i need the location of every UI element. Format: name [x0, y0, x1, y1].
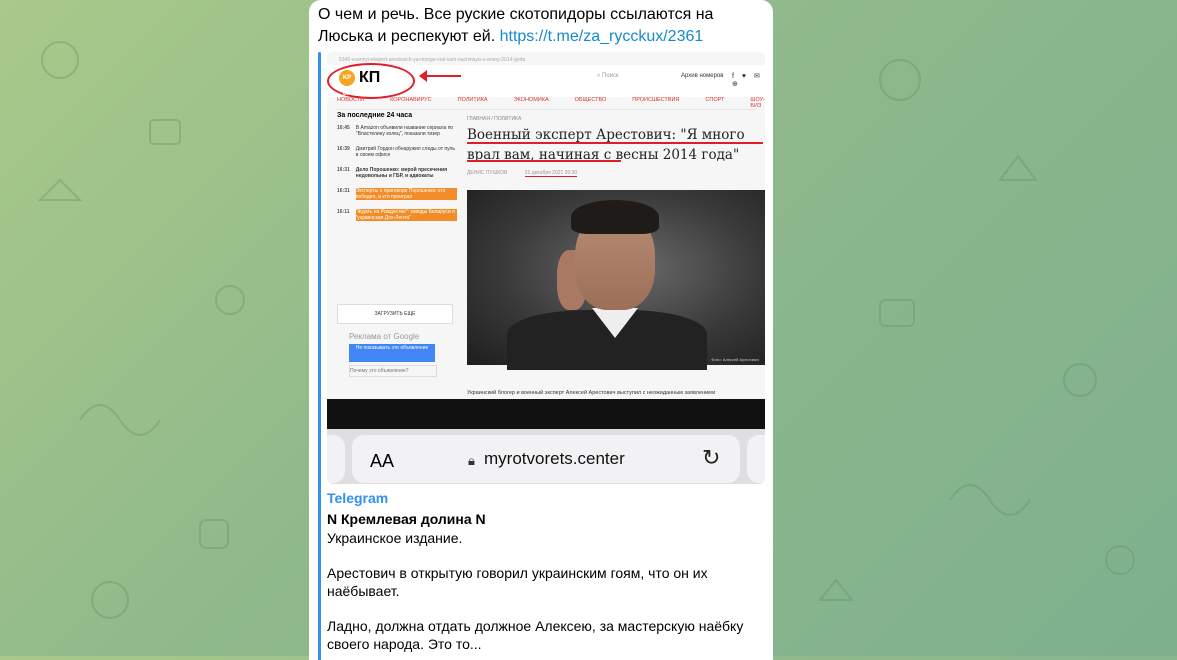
description-paragraph: Арестович в открытую говорил украинским … [327, 565, 708, 599]
google-ad-block: Реклама от Google Не показывать это объя… [349, 332, 449, 382]
ad-label: Реклама от Google [349, 332, 420, 341]
screenshot-nav-item: ПОЛИТИКА [457, 97, 488, 103]
sidebar-news-item: 16:31 Эксперты о приговоре Порошенко: кт… [337, 188, 457, 200]
screenshot-sidebar: За последние 24 часа 16:45 В Amazon объя… [337, 112, 457, 230]
lock-icon: 🔒︎ [468, 453, 475, 468]
screenshot-social-icons: f ♥ ✉ ⊕ [732, 73, 763, 88]
sidebar-news-item: 16:31 Дело Порошенко: мерой пресечения н… [337, 167, 447, 179]
message-text: О чем и речь. Все руские скотопидоры ссы… [318, 4, 758, 48]
screenshot-nav-item: НОВОСТИ [337, 97, 365, 103]
sidebar-news-item: 16:11 "Ждать на Рождество": заводы Белар… [337, 209, 457, 221]
screenshot-nav-item: КОРОНАВИРУС [390, 97, 432, 103]
screenshot-archive: Архив номеров [681, 73, 724, 79]
screenshot-search: ⌕ Поиск [597, 73, 619, 79]
ad-why-link: Почему это объявление? [349, 365, 437, 377]
browser-address-bar: AA 🔒︎ myrotvorets.center ↻ [327, 429, 765, 484]
screenshot-nav: НОВОСТИ КОРОНАВИРУС ПОЛИТИКА ЭКОНОМИКА О… [337, 97, 765, 110]
screenshot-breadcrumb: ГЛАВНАЯ / ПОЛИТИКА [467, 116, 522, 122]
screenshot-site-header: KP UA КП ⌕ Поиск Архив номеров f ♥ ✉ ⊕ [327, 63, 765, 99]
red-underline-annotation [467, 142, 763, 144]
article-byline: ДЕНИС ПУШКОВ 21 декабря 2021 20:30 [467, 170, 578, 177]
sidebar-news-item: 16:39 Дмитрий Гордон обнаружил следы от … [337, 146, 455, 158]
sidebar-title: За последние 24 часа [337, 112, 413, 119]
ad-hide-button: Не показывать это объявление [349, 344, 435, 362]
message-link[interactable]: https://t.me/za_rycckux/2361 [500, 28, 704, 45]
link-preview-description: Украинское издание. Арестович в открытую… [327, 529, 757, 660]
preview-accent-bar [318, 52, 321, 660]
photo-caption: Фото: Алексей Арестович [711, 357, 759, 362]
screenshot-dark-band [327, 399, 765, 429]
preview-screenshot-image[interactable]: 5346-voennyi-ekspert-arestovich-ya-mnogo… [327, 52, 765, 484]
screenshot-nav-item: ОБЩЕСТВО [574, 97, 607, 103]
link-preview-site-name[interactable]: Telegram [327, 490, 388, 506]
sidebar-news-item: 16:45 В Amazon объявили название сериала… [337, 125, 454, 137]
browser-url-text: myrotvorets.center [484, 449, 625, 468]
load-more-button: ЗАГРУЗИТЬ ЕЩЕ [337, 304, 453, 324]
article-lead: Украинский блогер и военный эксперт Алек… [467, 390, 716, 396]
message-bubble: О чем и речь. Все руские скотопидоры ссы… [309, 0, 773, 660]
screenshot-nav-item: ПРОИСШЕСТВИЯ [632, 97, 680, 103]
screenshot-nav-item: СПОРТ [705, 97, 725, 103]
kp-logo-badge: KP UA [339, 70, 355, 97]
description-paragraph: Ладно, должна отдать должное Алексею, за… [327, 618, 744, 652]
screenshot-nav-item: ШОУ-БИЗ [750, 97, 765, 109]
red-arrow-annotation [419, 70, 461, 82]
link-preview-title[interactable]: N Кремлевая долина N [327, 511, 486, 527]
red-underline-annotation [467, 160, 621, 162]
reload-icon: ↻ [702, 445, 721, 470]
description-paragraph: Украинское издание. [327, 530, 463, 546]
kp-logo-text: КП [359, 69, 381, 86]
browser-url-field: AA 🔒︎ myrotvorets.center ↻ [352, 435, 740, 483]
browser-aa-button: AA [370, 451, 395, 471]
article-headline: Военный эксперт Арестович: "Я много врал… [467, 127, 745, 163]
article-photo: Фото: Алексей Арестович [467, 190, 765, 370]
screenshot-nav-item: ЭКОНОМИКА [513, 97, 549, 103]
